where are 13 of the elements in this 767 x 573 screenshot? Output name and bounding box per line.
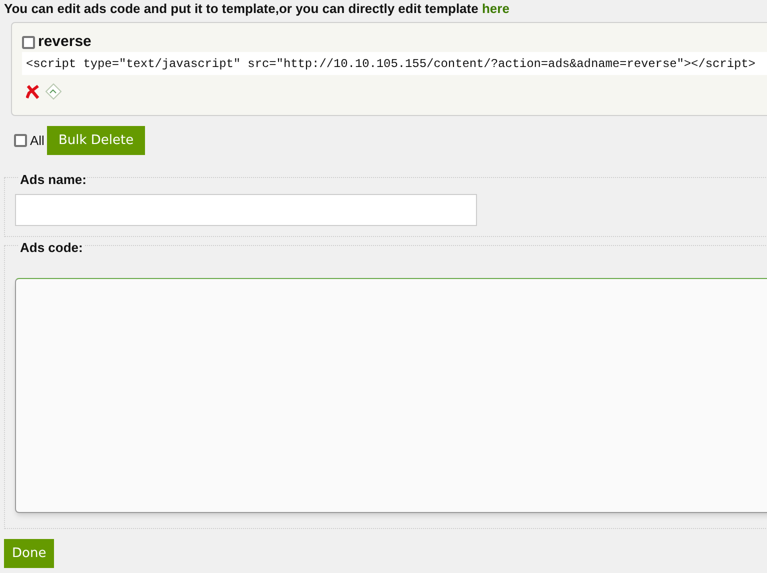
all-label: All	[30, 132, 44, 150]
ad-code: <script type="text/javascript" src="http://10.10.105.155/content/?action=ads&adname=reverse"></script>	[22, 52, 767, 75]
edit-icon[interactable]	[45, 83, 62, 100]
here-link[interactable]: here	[482, 1, 510, 16]
bulk-delete-button[interactable]: Bulk Delete	[47, 126, 145, 155]
intro-text: You can edit ads code and put it to template,or you can directly edit template	[4, 1, 478, 16]
done-button[interactable]: Done	[4, 539, 54, 568]
code-field[interactable]	[15, 278, 767, 513]
ad-name: reverse	[38, 33, 92, 51]
name-field[interactable]	[15, 194, 477, 226]
delete-icon[interactable]	[26, 84, 40, 100]
ad-checkbox[interactable]	[22, 36, 35, 48]
all-checkbox[interactable]	[14, 134, 27, 147]
